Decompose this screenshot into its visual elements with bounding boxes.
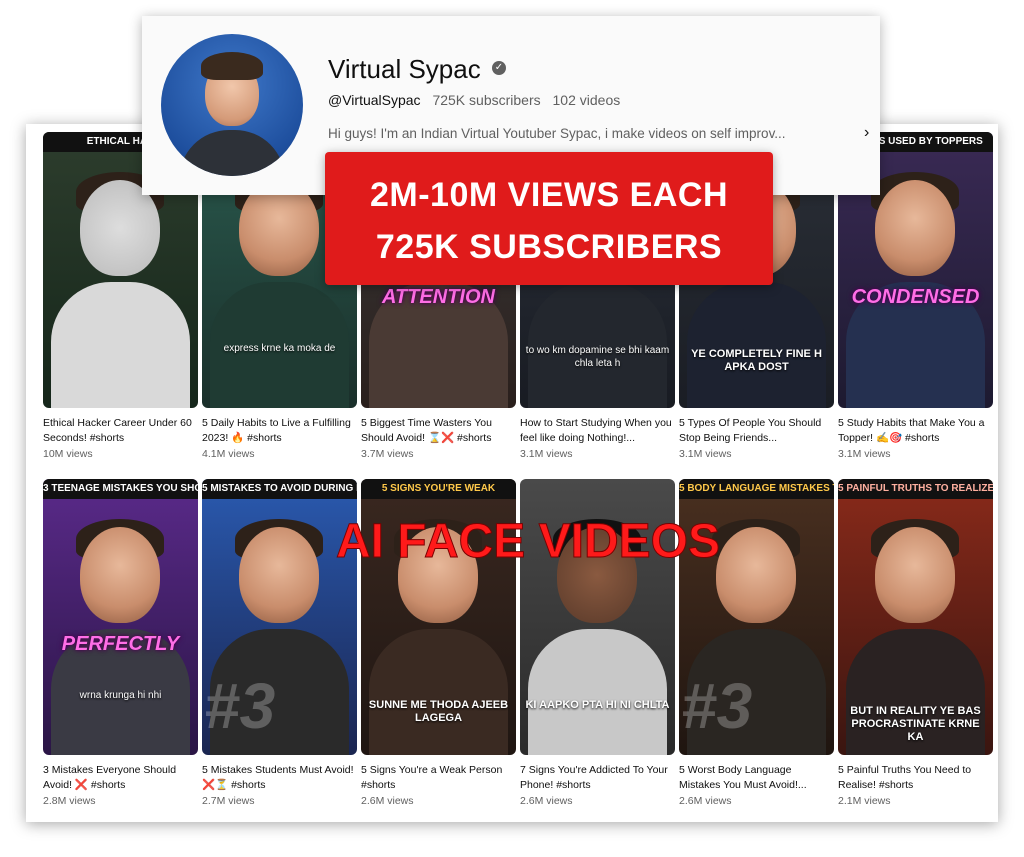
short-thumbnail[interactable]: 3 TEENAGE MISTAKES YOU SHOULD AVOID PERF… bbox=[43, 479, 198, 755]
short-views: 2.6M views bbox=[520, 795, 573, 807]
short-views: 3.7M views bbox=[361, 448, 414, 460]
thumbnail-caption: YE COMPLETELY FINE H APKA DOST bbox=[691, 348, 822, 373]
thumbnail-topbar: 5 SIGNS YOU'RE WEAK bbox=[361, 479, 516, 499]
thumbnail-number: #3 bbox=[204, 670, 276, 742]
short-title[interactable]: 5 Types Of People You Should Stop Being … bbox=[679, 416, 834, 446]
ai-face-videos-label: AI FACE VIDEOS bbox=[335, 515, 721, 569]
short-title[interactable]: How to Start Studying When you feel like… bbox=[520, 416, 675, 446]
short-card[interactable]: 5 PAINFUL TRUTHS TO REALIZE BUT IN REALI… bbox=[838, 479, 993, 807]
verified-check-icon: ✓ bbox=[492, 61, 506, 75]
thumbnail-headline: CONDENSED bbox=[851, 286, 980, 308]
short-views: 2.6M views bbox=[361, 795, 414, 807]
short-thumbnail[interactable]: 5 PAINFUL TRUTHS TO REALIZE BUT IN REALI… bbox=[838, 479, 993, 755]
short-views: 2.6M views bbox=[679, 795, 732, 807]
short-title[interactable]: 5 Mistakes Students Must Avoid! ❌⏳ #shor… bbox=[202, 763, 357, 793]
short-views: 10M views bbox=[43, 448, 93, 460]
thumbnail-topbar: 3 TEENAGE MISTAKES YOU SHOULD AVOID bbox=[43, 479, 198, 499]
short-views: 2.7M views bbox=[202, 795, 255, 807]
short-views: 3.1M views bbox=[838, 448, 891, 460]
short-title[interactable]: 3 Mistakes Everyone Should Avoid! ❌ #sho… bbox=[43, 763, 198, 793]
short-views: 3.1M views bbox=[679, 448, 732, 460]
short-views: 4.1M views bbox=[202, 448, 255, 460]
thumbnail-number: #3 bbox=[681, 670, 753, 742]
thumbnail-caption: express krne ka moka de bbox=[223, 343, 336, 354]
short-title[interactable]: 5 Study Habits that Make You a Topper! ✍… bbox=[838, 416, 993, 446]
thumbnail-caption: to wo km dopamine se bhi kaam chla leta … bbox=[525, 345, 670, 369]
thumbnail-headline: PERFECTLY bbox=[61, 633, 180, 655]
promo-banner: 2M-10M VIEWS EACH 725K SUBSCRIBERS bbox=[325, 152, 773, 285]
thumbnail-headline: ATTENTION bbox=[382, 286, 495, 308]
short-title[interactable]: 5 Biggest Time Wasters You Should Avoid!… bbox=[361, 416, 516, 446]
short-title[interactable]: 5 Painful Truths You Need to Realise! #s… bbox=[838, 763, 993, 793]
short-title[interactable]: 5 Signs You're a Weak Person #shorts bbox=[361, 763, 516, 793]
short-views: 2.1M views bbox=[838, 795, 891, 807]
subscriber-count: 725K subscribers bbox=[432, 92, 541, 108]
banner-line-2: 725K SUBSCRIBERS bbox=[375, 228, 723, 266]
banner-line-1: 2M-10M VIEWS EACH bbox=[370, 176, 728, 214]
thumbnail-topbar: 5 BODY LANGUAGE MISTAKES TO AVOID bbox=[679, 479, 834, 499]
channel-meta: @VirtualSypac 725K subscribers 102 video… bbox=[328, 92, 628, 108]
thumbnail-caption: SUNNE ME THODA AJEEB LAGEGA bbox=[368, 699, 509, 724]
thumbnail-caption: KI AAPKO PTA HI NI CHLTA bbox=[525, 699, 670, 711]
channel-name: Virtual Sypac bbox=[328, 54, 481, 84]
chevron-right-icon[interactable]: › bbox=[864, 124, 869, 142]
channel-description[interactable]: Hi guys! I'm an Indian Virtual Youtuber … bbox=[328, 126, 858, 141]
video-count: 102 videos bbox=[552, 92, 621, 108]
short-title[interactable]: Ethical Hacker Career Under 60 Seconds! … bbox=[43, 416, 198, 446]
short-views: 3.1M views bbox=[520, 448, 573, 460]
thumbnail-topbar: 5 PAINFUL TRUTHS TO REALIZE bbox=[838, 479, 993, 499]
thumbnail-topbar: 5 MISTAKES TO AVOID DURING EXAMS bbox=[202, 479, 357, 499]
thumbnail-caption: BUT IN REALITY YE BAS PROCRASTINATE KRNE… bbox=[850, 705, 981, 743]
short-title[interactable]: 7 Signs You're Addicted To Your Phone! #… bbox=[520, 763, 675, 793]
channel-avatar[interactable] bbox=[161, 34, 303, 176]
short-views: 2.8M views bbox=[43, 795, 96, 807]
thumbnail-caption: wrna krunga hi nhi bbox=[79, 690, 162, 701]
channel-handle: @VirtualSypac bbox=[328, 92, 421, 108]
short-title[interactable]: 5 Daily Habits to Live a Fulfilling 2023… bbox=[202, 416, 357, 446]
short-card[interactable]: 3 TEENAGE MISTAKES YOU SHOULD AVOID PERF… bbox=[43, 479, 198, 807]
short-title[interactable]: 5 Worst Body Language Mistakes You Must … bbox=[679, 763, 834, 793]
